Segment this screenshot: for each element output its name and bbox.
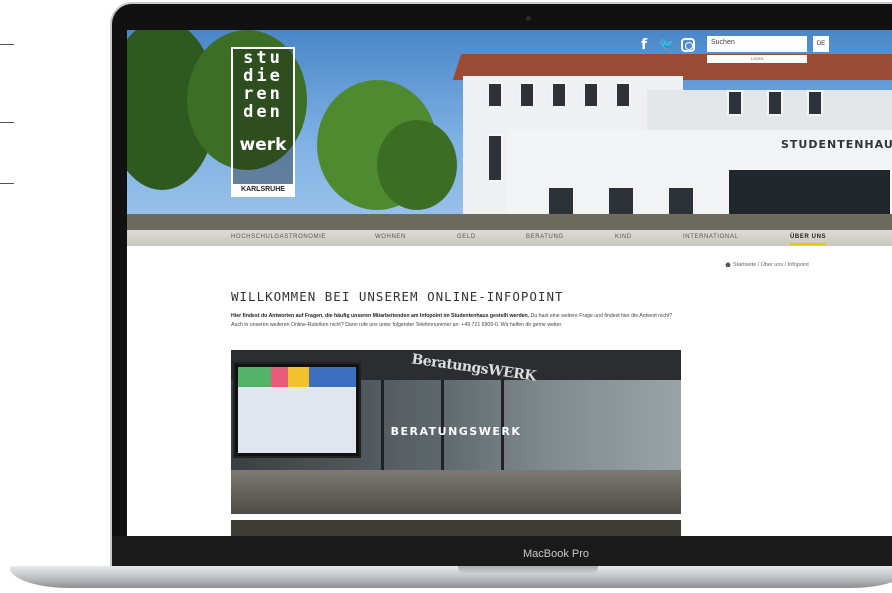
facebook-icon[interactable]: f <box>641 37 647 53</box>
main-navigation: HOCHSCHULGASTRONOMIE WOHNEN GELD BERATUN… <box>127 230 892 246</box>
home-icon[interactable] <box>725 262 731 267</box>
nav-item-wohnen[interactable]: WOHNEN <box>375 234 406 240</box>
nav-item-international[interactable]: INTERNATIONAL <box>683 234 738 240</box>
laptop-base <box>10 566 892 588</box>
window <box>767 90 783 116</box>
nav-item-beratung[interactable]: BERATUNG <box>526 234 564 240</box>
page-title: WILLKOMMEN BEI UNSEREM ONLINE-INFOPOINT <box>231 289 564 304</box>
intro-bold: Hier findest du Antworten auf Fragen, di… <box>231 313 530 319</box>
monitor-screen <box>238 367 356 453</box>
window <box>807 90 823 116</box>
monitor-color-block <box>271 367 288 387</box>
decorative-line <box>0 122 14 123</box>
decorative-line <box>0 183 14 184</box>
nav-item-ueber-uns[interactable]: ÜBER UNS <box>790 234 826 240</box>
tree <box>377 120 457 210</box>
logo-line: ren <box>243 84 283 104</box>
window <box>615 82 631 108</box>
logo-line: die <box>243 66 283 86</box>
hero-banner: STUDENTENHAU stu die ren den werk KARLSR… <box>127 30 892 230</box>
logo-line: den <box>243 102 283 122</box>
nav-item-geld[interactable]: GELD <box>457 234 476 240</box>
website-screen: STUDENTENHAU stu die ren den werk KARLSR… <box>127 30 892 536</box>
logo-city: KARLSRUHE <box>233 184 293 195</box>
intro-text: Hier findest du Antworten auf Fragen, di… <box>231 312 683 329</box>
decorative-line <box>0 44 14 45</box>
window <box>551 82 567 108</box>
monitor-color-block <box>308 367 356 387</box>
twitter-icon[interactable]: 🐦 <box>659 37 674 51</box>
nav-item-hochschulgastronomie[interactable]: HOCHSCHULGASTRONOMIE <box>231 234 326 240</box>
camera <box>526 16 531 21</box>
info-monitor <box>233 362 361 458</box>
monitor-color-block <box>287 367 309 387</box>
teaser-next[interactable] <box>231 520 681 536</box>
window <box>667 186 695 216</box>
breadcrumb: Startseite / Über uns / Infopoint <box>725 262 809 268</box>
window <box>727 90 743 116</box>
building-sign: STUDENTENHAU <box>781 138 892 151</box>
nav-item-kind[interactable]: KIND <box>615 234 632 240</box>
active-indicator <box>790 243 826 245</box>
breadcrumb-text[interactable]: Startseite / Über uns / Infopoint <box>733 262 809 268</box>
window <box>607 186 635 216</box>
window <box>487 134 503 182</box>
login-button[interactable]: LOGIN <box>707 55 807 63</box>
teaser-title: BERATUNGSWERK <box>390 425 522 438</box>
logo-brand: werk <box>239 135 287 155</box>
window <box>583 82 599 108</box>
search-input[interactable]: Suchen <box>707 36 807 52</box>
device-label: MacBook Pro <box>522 548 590 560</box>
teaser-beratungswerk[interactable]: BeratungsWERK BERATUNGSWERK <box>231 350 681 514</box>
window <box>547 186 575 216</box>
ground <box>127 214 892 230</box>
studierendenwerk-logo[interactable]: stu die ren den werk KARLSRUHE <box>231 47 295 197</box>
language-selector[interactable]: DE <box>813 36 829 52</box>
glass-entrance <box>727 168 892 216</box>
teaser-floor <box>231 470 681 514</box>
window <box>519 82 535 108</box>
laptop-notch <box>458 566 598 574</box>
window <box>487 82 503 108</box>
instagram-icon[interactable] <box>681 38 695 52</box>
monitor-color-block <box>238 367 272 387</box>
logo-line: stu <box>243 48 283 68</box>
